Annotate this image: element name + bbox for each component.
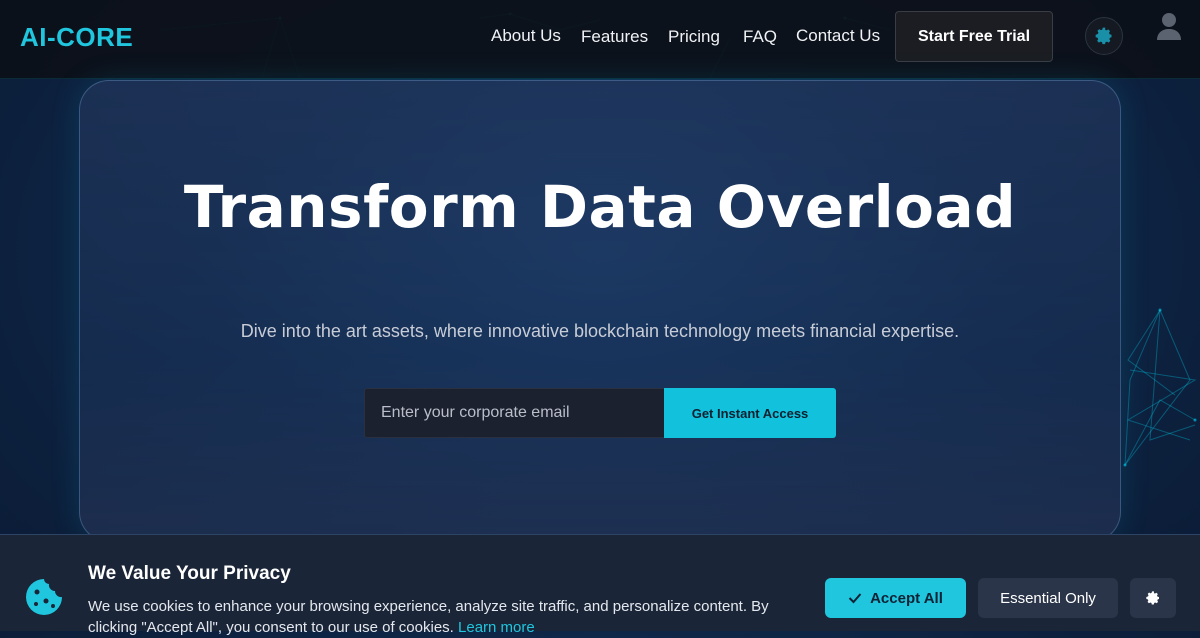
- cookie-icon: [26, 579, 62, 615]
- learn-more-link[interactable]: Learn more: [458, 619, 535, 636]
- cookie-banner: We Value Your Privacy We use cookies to …: [0, 534, 1200, 636]
- logo[interactable]: AI-CORE: [20, 22, 133, 53]
- hero-subtitle: Dive into the art assets, where innovati…: [240, 321, 960, 341]
- accept-all-label: Accept All: [870, 589, 943, 607]
- accept-all-button[interactable]: Accept All: [825, 578, 966, 618]
- get-instant-access-button[interactable]: Get Instant Access: [664, 388, 836, 438]
- email-input[interactable]: [364, 388, 664, 438]
- cookie-text: We use cookies to enhance your browsing …: [88, 598, 769, 636]
- cookie-title: We Value Your Privacy: [88, 563, 291, 584]
- nav-about-us[interactable]: About Us: [491, 26, 561, 46]
- cookie-settings-button[interactable]: [1130, 578, 1176, 618]
- essential-only-button[interactable]: Essential Only: [978, 578, 1118, 618]
- nav-features[interactable]: Features: [581, 27, 648, 47]
- gear-icon: [1095, 27, 1112, 45]
- site-header: AI-CORE About Us Features Pricing FAQ Co…: [0, 0, 1200, 79]
- hero-card: [79, 80, 1121, 542]
- user-icon[interactable]: [1156, 12, 1182, 40]
- gear-icon: [1146, 591, 1159, 605]
- nav-faq[interactable]: FAQ: [743, 27, 777, 47]
- nav-pricing[interactable]: Pricing: [668, 27, 720, 47]
- nav-contact-us[interactable]: Contact Us: [796, 26, 880, 46]
- hero-title: Transform Data Overload: [183, 173, 1017, 241]
- cookie-description: We use cookies to enhance your browsing …: [88, 596, 808, 638]
- check-icon: [848, 593, 862, 604]
- start-free-trial-button[interactable]: Start Free Trial: [895, 11, 1053, 62]
- theme-settings-button[interactable]: [1085, 17, 1123, 55]
